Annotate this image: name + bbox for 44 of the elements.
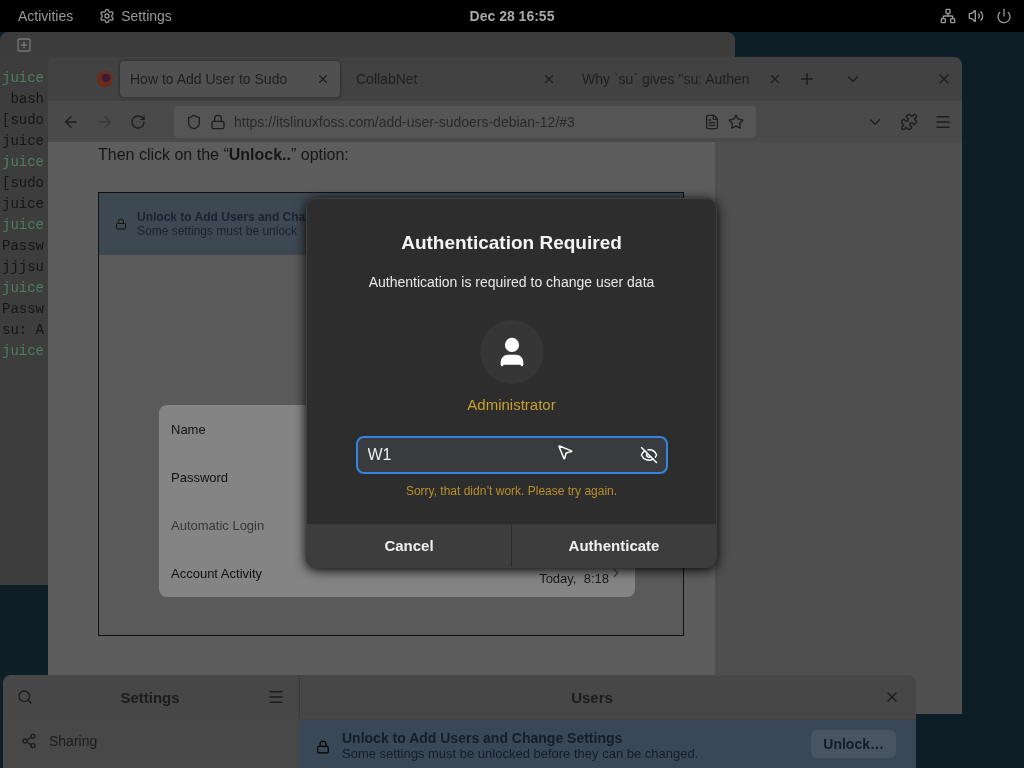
menu-icon[interactable]	[267, 688, 285, 706]
lock-icon	[316, 740, 330, 754]
setting-label: Password	[171, 469, 229, 485]
setting-label: Name	[171, 421, 206, 437]
pointer-icon	[555, 443, 574, 461]
terminal-line: juice	[2, 69, 44, 88]
reload-icon[interactable]	[130, 113, 146, 130]
power-icon[interactable]	[996, 8, 1012, 24]
star-icon[interactable]	[728, 113, 744, 130]
close-icon[interactable]	[316, 72, 330, 86]
cancel-button[interactable]: Cancel	[307, 524, 511, 567]
dialog-title: Authentication Required	[401, 232, 622, 254]
setting-label: Automatic Login	[171, 517, 265, 533]
browser-logo-icon	[96, 70, 114, 88]
new-tab-icon[interactable]	[798, 70, 816, 88]
close-icon[interactable]	[768, 72, 782, 86]
dialog-message: Authentication is required to change user data	[368, 274, 655, 290]
share-icon	[21, 733, 37, 749]
new-tab-icon[interactable]	[16, 37, 32, 53]
app-menu[interactable]: Settings	[99, 8, 172, 24]
clock[interactable]: Dec 28 16:55	[469, 8, 555, 24]
terminal-line: juice	[2, 279, 44, 298]
gear-icon	[99, 8, 116, 24]
search-icon[interactable]	[17, 689, 33, 705]
user-name: Administrator	[467, 396, 556, 413]
lock-icon[interactable]	[210, 113, 226, 130]
activities-button[interactable]: Activities	[18, 8, 74, 24]
puzzle-icon[interactable]	[900, 112, 918, 131]
error-message: Sorry, that didn’t work. Please try again.	[405, 484, 618, 498]
terminal-line: juice	[2, 216, 44, 235]
setting-value: Today, 8:18	[539, 570, 609, 586]
terminal-line: juice	[2, 153, 44, 172]
reader-icon[interactable]	[704, 113, 720, 130]
terminal-line: juice	[2, 342, 44, 361]
article-paragraph: Then click on the “Unlock..” option:	[98, 145, 350, 165]
eye-off-icon[interactable]	[639, 446, 658, 464]
password-field[interactable]: W1	[355, 436, 668, 474]
volume-icon[interactable]	[968, 8, 984, 24]
network-icon[interactable]	[940, 8, 956, 24]
shield-icon[interactable]	[186, 113, 202, 130]
lock-icon	[115, 218, 127, 230]
authenticate-button[interactable]: Authenticate	[511, 524, 716, 567]
setting-label: Account Activity	[171, 565, 263, 581]
close-icon[interactable]	[542, 72, 556, 86]
